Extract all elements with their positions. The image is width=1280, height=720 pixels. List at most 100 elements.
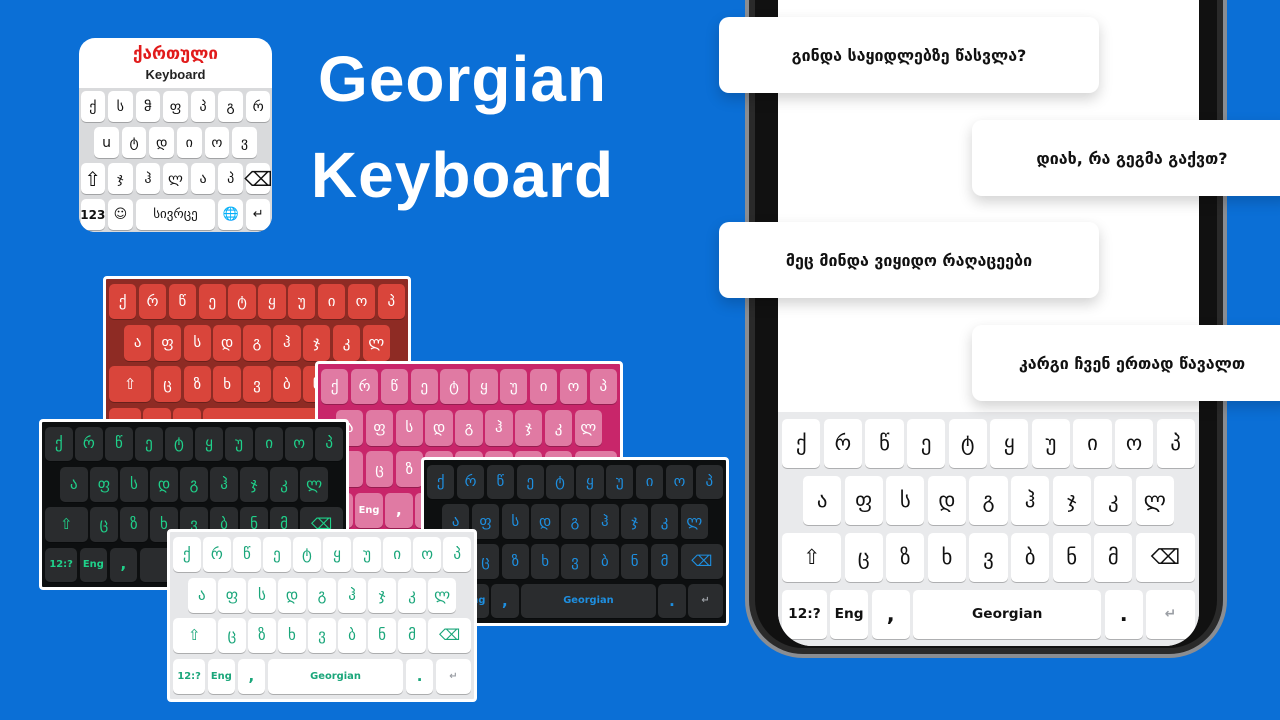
key-ტ[interactable]: ტ — [546, 464, 574, 499]
key-ი[interactable]: ი — [383, 536, 411, 572]
key-ფ[interactable]: ფ — [90, 466, 118, 502]
key-ზ[interactable]: ზ — [886, 533, 925, 583]
key-ტ[interactable]: ტ — [948, 418, 987, 468]
key-ჯ[interactable]: ჯ — [620, 504, 649, 539]
key-ე[interactable]: ე — [906, 418, 946, 468]
key-ხ[interactable]: ხ — [213, 366, 241, 402]
icon-key[interactable]: 🌐 — [218, 199, 243, 230]
numbers-key[interactable]: 12:? — [45, 547, 78, 583]
key-წ[interactable]: წ — [168, 283, 197, 320]
icon-key[interactable]: ჵ — [135, 91, 161, 122]
key-დ[interactable]: დ — [278, 577, 306, 613]
icon-key[interactable]: პ — [218, 163, 243, 194]
key-ი[interactable]: ი — [255, 426, 283, 462]
key-ს[interactable]: ს — [183, 325, 212, 361]
key-ბ[interactable]: ბ — [338, 618, 366, 654]
key-ქ[interactable]: ქ — [782, 418, 821, 468]
key-ნ[interactable]: ნ — [620, 544, 649, 579]
key-ო[interactable]: ო — [347, 283, 376, 320]
key-რ[interactable]: რ — [203, 536, 231, 572]
enter-key[interactable]: ↵ — [435, 659, 471, 695]
icon-key[interactable]: ⌫ — [244, 163, 272, 194]
key-ა[interactable]: ა — [123, 325, 152, 361]
key-ნ[interactable]: ნ — [368, 618, 396, 654]
comma-key[interactable]: , — [871, 590, 910, 640]
icon-key[interactable]: ს — [108, 91, 133, 122]
key-ე[interactable]: ე — [410, 368, 438, 405]
key-ი[interactable]: ი — [529, 368, 558, 405]
key-ვ[interactable]: ვ — [561, 544, 589, 579]
icon-key[interactable]: ჯ — [108, 163, 133, 194]
numbers-key[interactable]: 12:? — [782, 590, 827, 640]
key-უ[interactable]: უ — [288, 283, 316, 320]
key-ყ[interactable]: ყ — [576, 464, 604, 499]
key-ვ[interactable]: ვ — [243, 366, 271, 402]
key-ბ[interactable]: ბ — [1010, 533, 1050, 583]
icon-key[interactable]: ⇧ — [80, 163, 106, 194]
key-ლ[interactable]: ლ — [428, 577, 456, 613]
key-ც[interactable]: ც — [365, 451, 394, 487]
key-ე[interactable]: ე — [135, 426, 163, 462]
icon-key[interactable]: ფ — [163, 91, 188, 122]
key-ხ[interactable]: ხ — [278, 618, 306, 654]
key-ნ[interactable]: ნ — [1052, 533, 1091, 583]
key-ფ[interactable]: ფ — [365, 410, 394, 446]
key-ყ[interactable]: ყ — [195, 426, 223, 462]
key-ლ[interactable]: ლ — [1135, 475, 1174, 525]
key-დ[interactable]: დ — [927, 475, 967, 525]
language-key[interactable]: Eng — [355, 492, 383, 529]
key-პ[interactable]: პ — [589, 368, 617, 405]
key-რ[interactable]: რ — [75, 426, 103, 462]
key-ლ[interactable]: ლ — [680, 504, 709, 539]
backspace-key[interactable]: ⌫ — [680, 544, 723, 579]
key-კ[interactable]: კ — [270, 466, 298, 502]
key-ა[interactable]: ა — [60, 466, 88, 502]
key-ს[interactable]: ს — [395, 410, 424, 446]
key-ყ[interactable]: ყ — [990, 418, 1029, 468]
period-key[interactable]: . — [1104, 590, 1143, 640]
key-წ[interactable]: წ — [486, 464, 515, 499]
icon-key[interactable]: ս — [94, 127, 119, 158]
comma-key[interactable]: , — [491, 584, 519, 619]
key-დ[interactable]: დ — [213, 325, 241, 361]
key-ლ[interactable]: ლ — [574, 410, 603, 446]
key-ჯ[interactable]: ჯ — [302, 325, 331, 361]
key-კ[interactable]: კ — [1094, 475, 1133, 525]
language-key[interactable]: Eng — [79, 547, 108, 583]
key-ც[interactable]: ც — [844, 533, 883, 583]
key-ს[interactable]: ს — [120, 466, 148, 502]
key-გ[interactable]: გ — [308, 577, 336, 613]
key-ბ[interactable]: ბ — [591, 544, 619, 579]
space-key[interactable]: Georgian — [520, 584, 656, 619]
key-დ[interactable]: დ — [150, 466, 178, 502]
language-key[interactable]: Eng — [830, 590, 869, 640]
comma-key[interactable]: , — [385, 492, 413, 529]
key-კ[interactable]: კ — [544, 410, 573, 446]
key-ყ[interactable]: ყ — [470, 368, 498, 405]
space-key[interactable]: Georgian — [267, 659, 404, 695]
key-დ[interactable]: დ — [425, 410, 453, 446]
key-მ[interactable]: მ — [1094, 533, 1133, 583]
key-რ[interactable]: რ — [350, 368, 379, 405]
icon-key[interactable]: ქ — [80, 91, 106, 122]
key-ქ[interactable]: ქ — [173, 536, 201, 572]
icon-key[interactable]: ი — [177, 127, 202, 158]
key-ჰ[interactable]: ჰ — [273, 325, 301, 361]
key-ჯ[interactable]: ჯ — [240, 466, 268, 502]
key-პ[interactable]: პ — [443, 536, 471, 572]
icon-key[interactable]: ა — [190, 163, 216, 194]
key-ც[interactable]: ც — [218, 618, 246, 654]
key-ო[interactable]: ო — [665, 464, 694, 499]
key-ტ[interactable]: ტ — [293, 536, 321, 572]
key-ო[interactable]: ო — [1114, 418, 1154, 468]
key-მ[interactable]: მ — [398, 618, 426, 654]
key-ო[interactable]: ო — [285, 426, 313, 462]
key-უ[interactable]: უ — [606, 464, 634, 499]
key-ფ[interactable]: ფ — [218, 577, 246, 613]
key-გ[interactable]: გ — [969, 475, 1008, 525]
key-პ[interactable]: პ — [695, 464, 723, 499]
key-ბ[interactable]: ბ — [273, 366, 301, 402]
key-ქ[interactable]: ქ — [321, 368, 349, 405]
key-უ[interactable]: უ — [500, 368, 528, 405]
icon-key[interactable]: სივრცე — [135, 199, 216, 230]
